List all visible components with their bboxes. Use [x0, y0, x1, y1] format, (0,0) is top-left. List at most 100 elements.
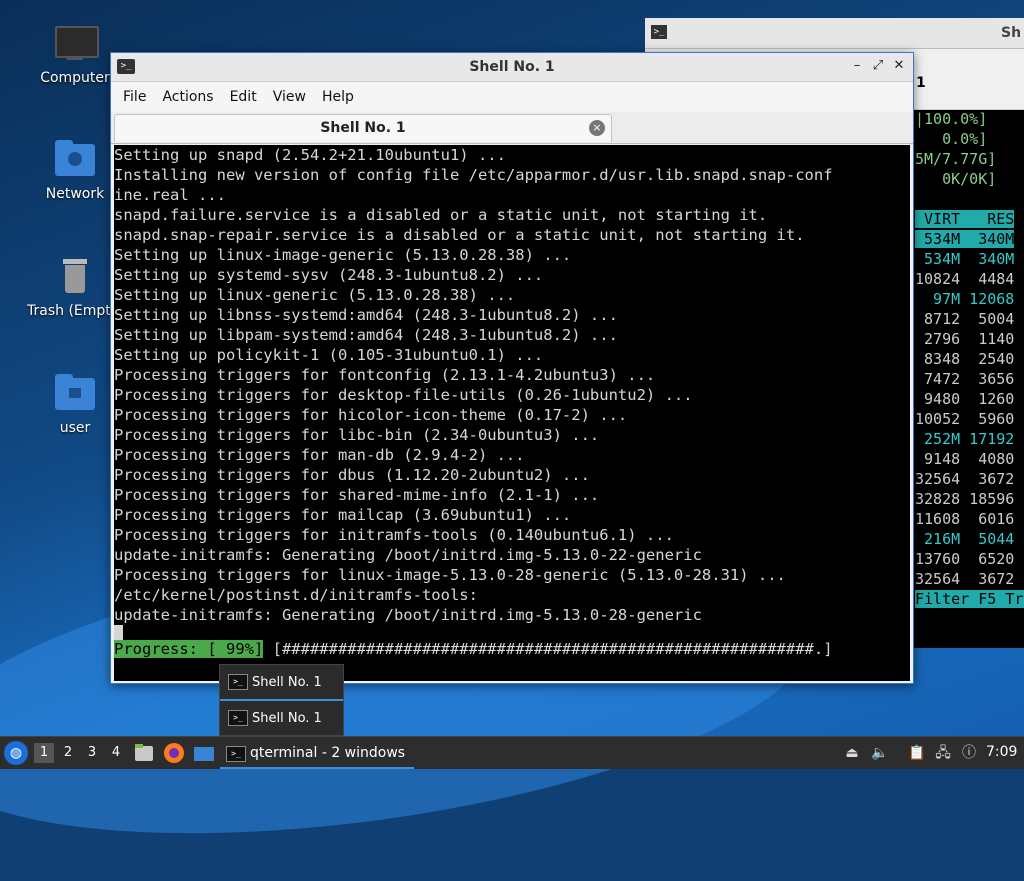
tab-close-icon[interactable]: ×: [589, 120, 605, 136]
back-window-title: Sh: [1001, 25, 1022, 41]
terminal-line: Setting up libpam-systemd:amd64 (248.3-1…: [114, 326, 618, 344]
menu-edit[interactable]: Edit: [222, 82, 265, 112]
terminal-window[interactable]: >_ Shell No. 1 – ⤢ ✕ File Actions Edit V…: [110, 52, 914, 684]
window-titlebar[interactable]: >_ Shell No. 1 – ⤢ ✕: [111, 53, 913, 82]
menu-file[interactable]: File: [115, 82, 154, 112]
progress-label: Progress: [ 99%]: [114, 640, 264, 658]
eject-icon[interactable]: ⏏: [842, 743, 862, 763]
terminal-icon: >_: [226, 746, 246, 762]
computer-icon: [53, 22, 99, 66]
terminal-line: update-initramfs: Generating /boot/initr…: [114, 606, 702, 624]
desktop-icon-user[interactable]: user: [27, 372, 123, 436]
close-button[interactable]: ✕: [891, 58, 907, 74]
terminal-line: Processing triggers for dbus (1.12.20-2u…: [114, 466, 590, 484]
htop-row-text: 97M 12068: [915, 290, 1015, 308]
minimize-button[interactable]: –: [849, 58, 865, 74]
file-manager-icon[interactable]: [133, 742, 155, 764]
notification-icon[interactable]: ⓘ: [959, 743, 979, 763]
htop-row-text: 10052 5960: [915, 410, 1015, 428]
network-icon[interactable]: 🖧: [933, 743, 953, 763]
terminal-line: Setting up snapd (2.54.2+21.10ubuntu1) .…: [114, 146, 506, 164]
clipboard-icon[interactable]: 📋: [907, 743, 927, 763]
menu-view[interactable]: View: [265, 82, 314, 112]
popup-window-item[interactable]: >_ Shell No. 1: [220, 665, 343, 701]
terminal-line: snapd.failure.service is a disabled or a…: [114, 206, 768, 224]
htop-row-text: |100.0%]: [915, 110, 988, 128]
htop-row-text: 10824 4484: [915, 270, 1015, 288]
htop-row-text: 7472 3656: [915, 370, 1015, 388]
htop-row: 11608 6016: [915, 509, 1024, 529]
tab-bar: Shell No. 1 ×: [111, 112, 913, 144]
terminal-line: Setting up linux-image-generic (5.13.0.2…: [114, 246, 572, 264]
htop-row-text: 9148 4080: [915, 450, 1015, 468]
window-title: Shell No. 1: [469, 59, 555, 75]
menu-actions[interactable]: Actions: [154, 82, 221, 112]
htop-row-text: 8348 2540: [915, 350, 1015, 368]
htop-row: 10052 5960: [915, 409, 1024, 429]
terminal-line: snapd.snap-repair.service is a disabled …: [114, 226, 805, 244]
htop-row: 13760 6520: [915, 549, 1024, 569]
terminal-line: Setting up policykit-1 (0.105-31ubuntu0.…: [114, 346, 544, 364]
terminal-icon: >_: [228, 674, 248, 690]
start-menu-icon[interactable]: ◍: [4, 741, 28, 765]
progress-bar: [#######################################…: [263, 640, 842, 658]
taskbar-window-list-popup: >_ Shell No. 1 >_ Shell No. 1: [219, 664, 344, 736]
htop-row: VIRT RES: [915, 209, 1024, 229]
popup-item-label: Shell No. 1: [252, 711, 322, 726]
htop-row-text: Filter F5 Tree: [915, 590, 1024, 608]
desktop-icon-trash[interactable]: Trash (Empty): [27, 255, 125, 319]
terminal-line: Processing triggers for desktop-file-uti…: [114, 386, 693, 404]
workspace-4[interactable]: 4: [106, 743, 126, 763]
terminal-line: Installing new version of config file /e…: [114, 166, 833, 184]
htop-row: 2796 1140: [915, 329, 1024, 349]
desktop-icon-computer[interactable]: Computer: [27, 22, 123, 86]
htop-row-text: 534M 340M: [915, 250, 1015, 268]
popup-item-label: Shell No. 1: [252, 675, 322, 690]
taskbar-task-qterminal[interactable]: >_ qterminal - 2 windows: [220, 739, 414, 769]
htop-row: 534M 340M: [915, 249, 1024, 269]
menubar: File Actions Edit View Help: [111, 82, 913, 112]
htop-row: 97M 12068: [915, 289, 1024, 309]
back-window-titlebar[interactable]: >_ Sh: [645, 18, 1024, 49]
terminal-icon: >_: [651, 25, 667, 39]
terminal-line: Processing triggers for libc-bin (2.34-0…: [114, 426, 600, 444]
volume-icon[interactable]: 🔈: [870, 743, 890, 763]
maximize-button[interactable]: ⤢: [870, 58, 886, 74]
menu-help[interactable]: Help: [314, 82, 362, 112]
network-folder-icon: [53, 138, 97, 182]
htop-row: 0K/0K]: [915, 169, 1024, 189]
htop-row: 8712 5004: [915, 309, 1024, 329]
tab-label: Shell No. 1: [320, 120, 406, 136]
tab-shell-1[interactable]: Shell No. 1 ×: [114, 114, 612, 142]
terminal-line: Setting up libnss-systemd:amd64 (248.3-1…: [114, 306, 618, 324]
terminal-output[interactable]: Setting up snapd (2.54.2+21.10ubuntu1) .…: [114, 145, 910, 681]
terminal-line: Processing triggers for linux-image-5.13…: [114, 566, 786, 584]
htop-row: 0.0%]: [915, 129, 1024, 149]
htop-row-text: 11608 6016: [915, 510, 1015, 528]
workspace-2[interactable]: 2: [58, 743, 78, 763]
htop-row: |100.0%]: [915, 109, 1024, 129]
terminal-line: ine.real ...: [114, 186, 226, 204]
htop-row-text: 9480 1260: [915, 390, 1015, 408]
terminal-line: Processing triggers for man-db (2.9.4-2)…: [114, 446, 525, 464]
desktop-icon-label: Network: [45, 186, 105, 202]
workspace-3[interactable]: 3: [82, 743, 102, 763]
htop-row: 32828 18596: [915, 489, 1024, 509]
firefox-icon[interactable]: [163, 742, 185, 764]
show-desktop-icon[interactable]: [193, 742, 215, 764]
htop-row-text: 0K/0K]: [915, 170, 997, 188]
clock: 7:09: [986, 744, 1018, 760]
htop-row: Filter F5 Tree: [915, 589, 1024, 609]
terminal-line: update-initramfs: Generating /boot/initr…: [114, 546, 702, 564]
htop-row: 252M 17192: [915, 429, 1024, 449]
terminal-line: Processing triggers for mailcap (3.69ubu…: [114, 506, 572, 524]
popup-window-item[interactable]: >_ Shell No. 1: [220, 701, 343, 735]
terminal-line: /etc/kernel/postinst.d/initramfs-tools:: [114, 586, 478, 604]
htop-row: 9480 1260: [915, 389, 1024, 409]
htop-row-text: 252M 17192: [915, 430, 1015, 448]
desktop-icon-network[interactable]: Network: [27, 138, 123, 202]
terminal-line: Setting up systemd-sysv (248.3-1ubuntu8.…: [114, 266, 544, 284]
workspace-1[interactable]: 1: [34, 743, 54, 763]
terminal-icon: >_: [228, 710, 248, 726]
terminal-lines: Setting up snapd (2.54.2+21.10ubuntu1) .…: [114, 145, 910, 625]
